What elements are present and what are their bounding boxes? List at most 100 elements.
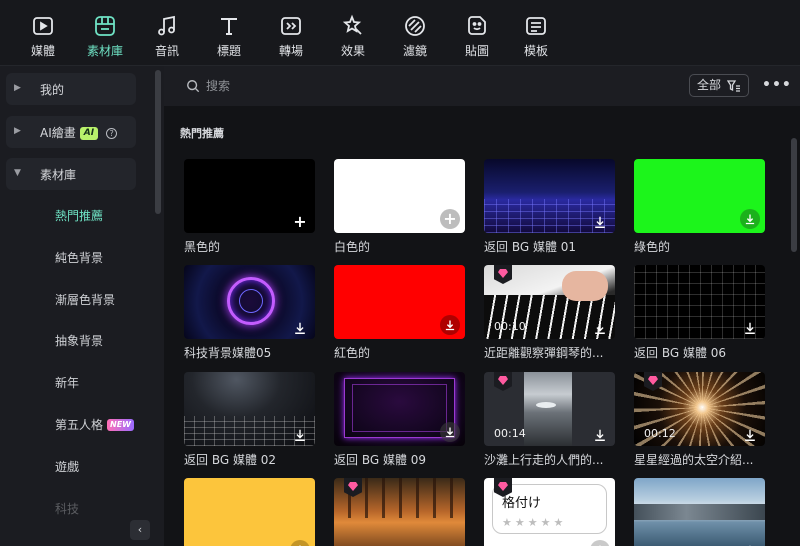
asset-thumbnail [634, 265, 765, 339]
asset-thumbnail: + [634, 478, 765, 546]
download-icon[interactable] [293, 320, 307, 334]
ai-badge: AI [79, 127, 99, 140]
add-icon[interactable]: + [440, 209, 460, 229]
toolbar-tab-media[interactable]: 媒體 [17, 14, 69, 62]
toolbar-tab-titles[interactable]: 標題 [203, 14, 255, 62]
top-toolbar: 媒體 素材庫 音訊 標題 轉場 效果 濾鏡 貼圖 模板 [0, 0, 800, 66]
asset-name: 綠色的 [634, 240, 671, 254]
sidebar-item-trending[interactable]: 熱門推薦 [55, 207, 103, 224]
download-icon[interactable] [743, 320, 757, 334]
more-options-button[interactable]: ••• [762, 76, 791, 96]
toolbar-tab-stock-library[interactable]: 素材庫 [79, 14, 131, 62]
asset-card[interactable] [334, 478, 465, 546]
rating-stars-icon: ★★★★★ [502, 516, 567, 529]
duration-label: 00:12 [644, 427, 676, 440]
asset-name: 返回 BG 媒體 09 [334, 453, 427, 467]
toolbar-tab-audio[interactable]: 音訊 [141, 14, 193, 62]
download-icon[interactable] [593, 320, 607, 334]
filter-funnel-icon [727, 80, 740, 92]
asset-card[interactable]: 返回 BG 媒體 02 [184, 372, 315, 468]
asset-card[interactable]: + [634, 478, 765, 546]
toolbar-tab-label: 素材庫 [86, 44, 123, 58]
toolbar-tab-effects[interactable]: 效果 [327, 14, 379, 62]
thumbnail-overlay-text: 格付け [502, 496, 542, 511]
download-icon[interactable] [593, 214, 607, 228]
asset-card[interactable]: 格付け ★★★★★ [484, 478, 615, 546]
sidebar-group-stock-library[interactable]: ▼ 素材庫 [6, 158, 136, 190]
asset-card[interactable]: 返回 BG 媒體 06 [634, 265, 765, 361]
asset-thumbnail [484, 159, 615, 233]
asset-card[interactable]: + 白色的 [334, 159, 465, 255]
asset-card[interactable]: 科技背景媒體05 [184, 265, 315, 361]
add-icon[interactable]: + [293, 214, 307, 230]
download-icon[interactable] [590, 540, 610, 546]
asset-scrollbar[interactable] [791, 138, 797, 252]
asset-card[interactable]: 00:10 近距離觀察彈鋼琴的... [484, 265, 615, 361]
asset-name: 返回 BG 媒體 06 [634, 346, 727, 360]
sticker-icon [465, 14, 489, 38]
sidebar-item-abstract-backgrounds[interactable]: 抽象背景 [55, 332, 103, 349]
sidebar-group-ai-painting[interactable]: ▶ AI繪畫 AI? [6, 116, 136, 148]
toolbar-tab-templates[interactable]: 模板 [510, 14, 562, 62]
toolbar-tab-transitions[interactable]: 轉場 [265, 14, 317, 62]
sidebar-group-text: AI繪畫 [40, 126, 76, 140]
sidebar-item-gradient-backgrounds[interactable]: 漸層色背景 [55, 291, 115, 308]
asset-thumbnail: 00:10 [484, 265, 615, 339]
media-icon [31, 14, 55, 38]
section-title: 熱門推薦 [180, 127, 224, 140]
asset-card[interactable]: 00:14 沙灘上行走的人們的... [484, 372, 615, 468]
asset-card[interactable]: 00:12 星星經過的太空介紹... [634, 372, 765, 468]
toolbar-tab-label: 效果 [340, 44, 365, 58]
sidebar-item-identity-v[interactable]: 第五人格 NEW [55, 416, 134, 433]
sidebar-item-tech[interactable]: 科技 [55, 500, 79, 517]
asset-card[interactable]: + 黑色的 [184, 159, 315, 255]
toolbar-tab-label: 標題 [216, 44, 241, 58]
download-icon[interactable] [740, 209, 760, 229]
download-icon[interactable] [293, 427, 307, 441]
sidebar-item-new-year[interactable]: 新年 [55, 374, 79, 391]
asset-name: 黑色的 [184, 240, 221, 254]
chevron-down-icon: ▼ [14, 168, 21, 178]
toolbar-tab-label: 音訊 [154, 44, 179, 58]
asset-name: 科技背景媒體05 [184, 346, 272, 360]
asset-name: 近距離觀察彈鋼琴的... [484, 346, 604, 360]
download-icon[interactable] [290, 540, 310, 546]
download-icon[interactable] [440, 315, 460, 335]
sidebar-scrollbar[interactable] [155, 70, 161, 214]
collapse-sidebar-button[interactable]: ‹ [130, 520, 150, 540]
sidebar-group-label: AI繪畫 AI? [40, 124, 118, 141]
help-icon[interactable]: ? [106, 128, 118, 139]
asset-card[interactable]: 返回 BG 媒體 09 [334, 372, 465, 468]
sidebar-item-label: 第五人格 [55, 418, 104, 432]
search-bar: 全部 ••• [164, 66, 800, 106]
chevron-right-icon: ▶ [14, 83, 21, 93]
search-icon [187, 80, 200, 93]
filter-label: 全部 [697, 78, 722, 92]
download-icon[interactable] [440, 422, 460, 442]
toolbar-tab-label: 轉場 [278, 44, 303, 58]
filter-icon [403, 14, 427, 38]
sidebar-item-solid-backgrounds[interactable]: 純色背景 [55, 249, 103, 266]
asset-name: 星星經過的太空介紹... [634, 453, 754, 467]
toolbar-tab-label: 媒體 [30, 44, 55, 58]
asset-thumbnail: + [334, 159, 465, 233]
asset-thumbnail [634, 159, 765, 233]
asset-card[interactable]: 返回 BG 媒體 01 [484, 159, 615, 255]
asset-card[interactable] [184, 478, 315, 546]
download-icon[interactable] [593, 427, 607, 441]
toolbar-tab-filters[interactable]: 濾鏡 [389, 14, 441, 62]
duration-label: 00:10 [494, 320, 526, 333]
asset-card[interactable]: 紅色的 [334, 265, 465, 361]
asset-thumbnail [334, 265, 465, 339]
sidebar-item-games[interactable]: 遊戲 [55, 458, 79, 475]
download-icon[interactable] [743, 427, 757, 441]
toolbar-tab-stickers[interactable]: 貼圖 [451, 14, 503, 62]
asset-thumbnail: 00:12 [634, 372, 765, 446]
search-input[interactable] [206, 76, 586, 96]
filter-dropdown[interactable]: 全部 [689, 74, 749, 97]
asset-card[interactable]: 綠色的 [634, 159, 765, 255]
sidebar-group-mine[interactable]: ▶ 我的 [6, 73, 136, 105]
toolbar-tab-label: 模板 [523, 44, 548, 58]
template-icon [524, 14, 548, 38]
asset-thumbnail [184, 265, 315, 339]
